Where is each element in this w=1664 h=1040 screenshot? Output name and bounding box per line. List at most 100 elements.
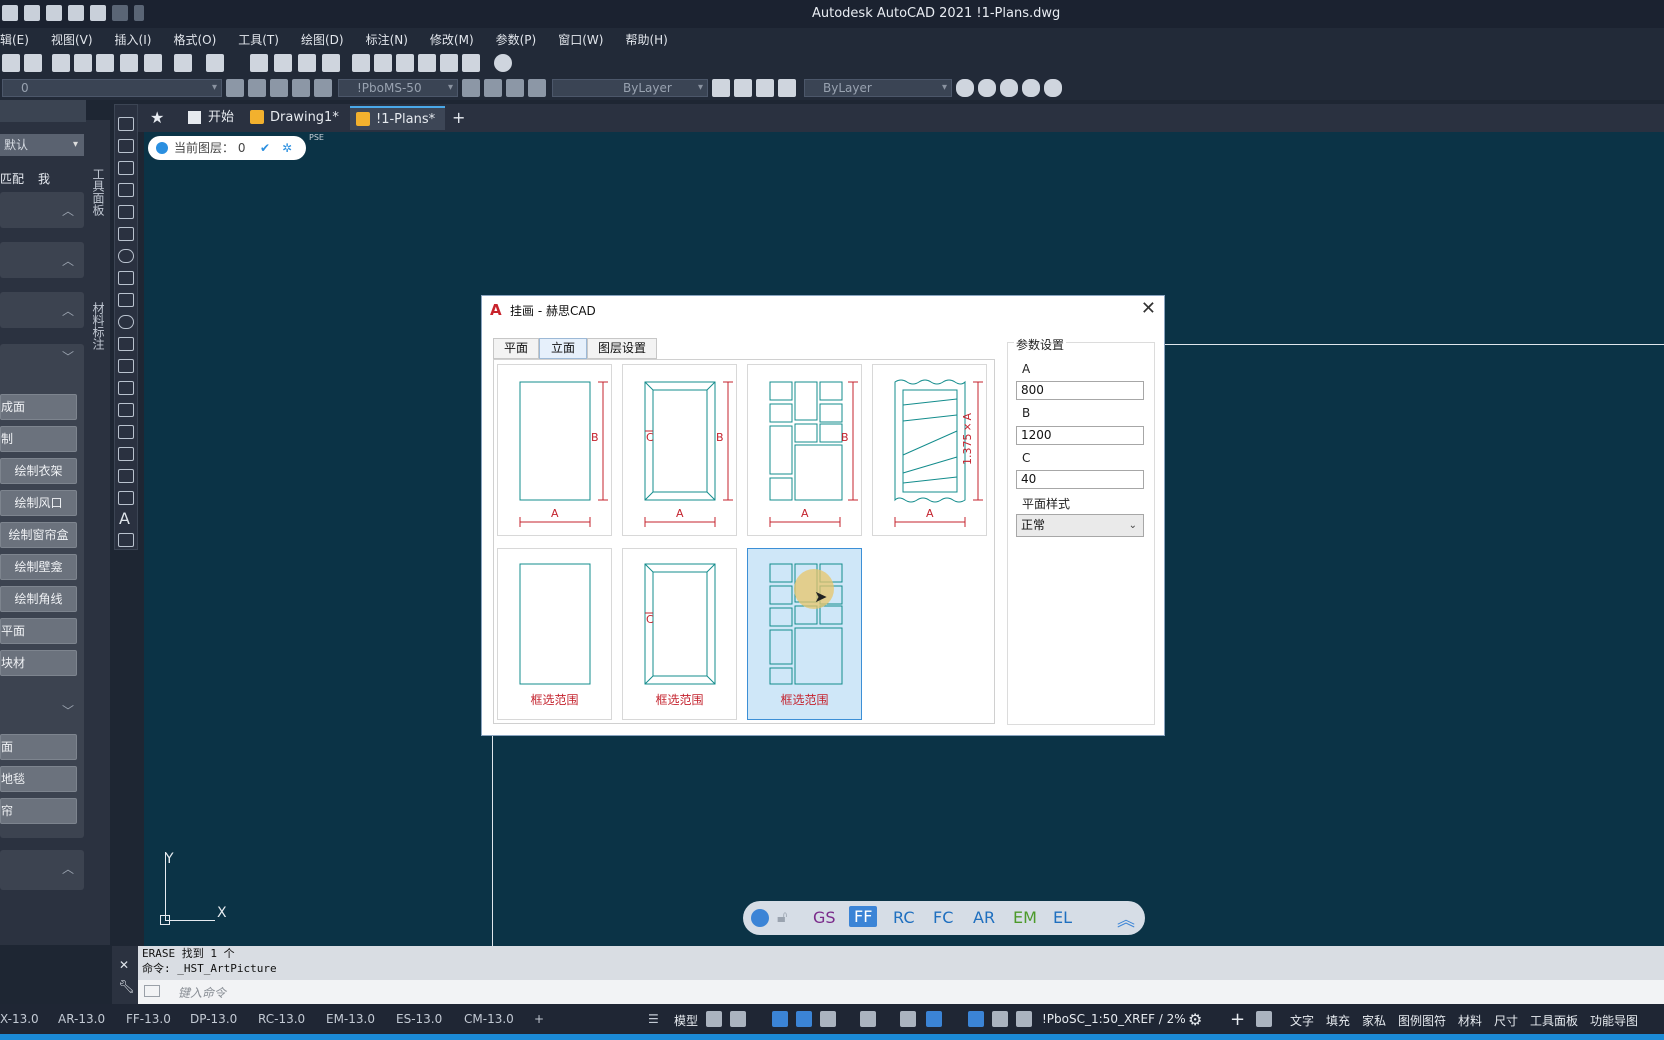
object-snap-tracking-icon[interactable] <box>900 1011 916 1027</box>
style-cell-grid[interactable]: B A <box>747 364 862 536</box>
palette-button-air-vent[interactable]: 绘制风口 <box>0 490 77 516</box>
undo-icon[interactable] <box>174 54 192 72</box>
checkmark-icon[interactable]: ✔ <box>260 136 270 160</box>
isolate-objects-icon[interactable] <box>1256 1011 1272 1027</box>
zoom-extents-icon[interactable] <box>778 79 796 97</box>
wrench-icon[interactable]: 🔧︎ <box>118 980 135 995</box>
snap-icon[interactable] <box>730 1011 746 1027</box>
palette-button-niche[interactable]: 绘制壁龛 <box>0 554 77 580</box>
auto-scale-icon[interactable] <box>992 1011 1008 1027</box>
annotation-scale-icon[interactable] <box>1016 1011 1032 1027</box>
layout-tab-ff[interactable]: FF-13.0 <box>126 1012 171 1026</box>
layout-tab-x[interactable]: X-13.0 <box>0 1012 39 1026</box>
side-tab-tool-panel[interactable]: 工具面板 <box>90 168 107 216</box>
tab-plan[interactable]: 平面 <box>493 338 539 359</box>
dim-angular-icon[interactable] <box>528 79 546 97</box>
palette-section-2[interactable]: ︿ <box>0 242 84 278</box>
filter-fc[interactable]: FC <box>933 908 953 927</box>
ellipse-arc-icon[interactable] <box>118 337 134 351</box>
zoom-window-icon[interactable] <box>298 54 316 72</box>
palette-button-corner-line[interactable]: 绘制角线 <box>0 586 77 612</box>
status-text-button[interactable]: 文字 <box>1290 1012 1314 1029</box>
menu-insert[interactable]: 插入(I) <box>115 31 152 48</box>
annotation-scale-value[interactable]: !PboSC_1:50_XREF / 2% <box>1042 1012 1186 1026</box>
layout-tab-ar[interactable]: AR-13.0 <box>58 1012 105 1026</box>
layer-lock-icon[interactable] <box>314 79 332 97</box>
properties-icon[interactable] <box>352 54 370 72</box>
menu-dimension[interactable]: 标注(N) <box>366 31 408 48</box>
style-cell-bevel[interactable]: C B A <box>622 364 737 536</box>
annotation-visibility-icon[interactable] <box>968 1011 984 1027</box>
status-dimension-button[interactable]: 尺寸 <box>1494 1012 1518 1029</box>
tab-elevation[interactable]: 立面 <box>539 338 587 359</box>
layout-tab-es[interactable]: ES-13.0 <box>396 1012 442 1026</box>
star-icon[interactable]: ★ <box>150 108 164 127</box>
table-icon[interactable] <box>118 491 134 505</box>
model-space-button[interactable]: 模型 <box>674 1012 698 1029</box>
menu-format[interactable]: 格式(O) <box>173 31 216 48</box>
circle-icon[interactable] <box>118 249 134 263</box>
color-combo[interactable]: ByLayer ▾ <box>804 79 952 97</box>
layout-tab-em[interactable]: EM-13.0 <box>326 1012 375 1026</box>
menu-draw[interactable]: 绘图(D) <box>301 31 344 48</box>
palette-button-plan[interactable]: 平面 <box>0 618 77 644</box>
rectangle-icon[interactable] <box>118 205 134 219</box>
tab-drawing1[interactable]: Drawing1* <box>244 106 339 130</box>
object-snap-icon[interactable] <box>926 1011 942 1027</box>
layer-isolate-icon[interactable] <box>270 79 288 97</box>
multiline-text-icon[interactable]: A <box>119 509 130 528</box>
status-material-button[interactable]: 材料 <box>1458 1012 1482 1029</box>
ortho-icon[interactable] <box>796 1011 812 1027</box>
save-icon[interactable] <box>46 5 62 21</box>
settings-blue-icon[interactable] <box>751 909 769 927</box>
palette-button-block[interactable]: 块材 <box>0 650 77 676</box>
palette-button-clothes-rack[interactable]: 绘制衣架 <box>0 458 77 484</box>
close-icon[interactable]: ✕ <box>1141 298 1156 319</box>
lock-icon[interactable]: 🔓︎ <box>777 907 787 927</box>
pan-icon[interactable] <box>712 79 730 97</box>
style-cell-ornate[interactable]: 1.375×A A <box>872 364 987 536</box>
match-properties-icon[interactable] <box>120 54 138 72</box>
revision-cloud-icon[interactable] <box>118 271 134 285</box>
tab-layer-settings[interactable]: 图层设置 <box>587 338 657 359</box>
paste-icon[interactable] <box>96 54 114 72</box>
style-cell-grid-window[interactable]: ➤ 框选范围 <box>747 548 862 720</box>
construction-line-icon[interactable] <box>118 139 134 153</box>
menu-modify[interactable]: 修改(M) <box>430 31 474 48</box>
zoom-realtime-icon[interactable] <box>274 54 292 72</box>
customize-dropdown-icon[interactable] <box>134 5 144 21</box>
tab-start[interactable]: 开始 <box>182 106 234 130</box>
calculator-icon[interactable] <box>462 54 480 72</box>
command-input[interactable]: 键入命令 <box>138 980 1664 1004</box>
close-icon[interactable]: ✕ <box>119 958 129 972</box>
style-cell-plain[interactable]: B A <box>497 364 612 536</box>
plot-icon[interactable] <box>68 5 84 21</box>
double-chevron-up-icon[interactable]: ︽ <box>1117 906 1135 932</box>
undo-icon[interactable] <box>90 5 106 21</box>
param-a-input[interactable]: 800 <box>1016 381 1144 400</box>
status-furniture-button[interactable]: 家私 <box>1362 1012 1386 1029</box>
status-hatch-button[interactable]: 填充 <box>1326 1012 1350 1029</box>
style-cell-plain-window[interactable]: 框选范围 <box>497 548 612 720</box>
palette-button-curtain-box[interactable]: 绘制窗帘盒 <box>0 522 77 548</box>
palette-button-2[interactable]: 制 <box>0 426 77 452</box>
layout-tab-dp[interactable]: DP-13.0 <box>190 1012 237 1026</box>
hatch-icon[interactable] <box>118 425 134 439</box>
side-tab-material-label[interactable]: 材料标注 <box>90 302 107 350</box>
filter-ar[interactable]: AR <box>973 908 995 927</box>
menu-edit[interactable]: 辑(E) <box>0 31 29 48</box>
sheet-set-icon[interactable] <box>418 54 436 72</box>
point-icon[interactable] <box>118 403 134 417</box>
dim-arc-icon[interactable] <box>506 79 524 97</box>
dimstyle-combo[interactable]: !PboMS-50 ▾ <box>338 79 458 97</box>
filter-rc[interactable]: RC <box>893 908 915 927</box>
filter-gs[interactable]: GS <box>813 908 836 927</box>
polar-tracking-icon[interactable] <box>820 1011 836 1027</box>
palette-button-carpet[interactable]: 地毯 <box>0 766 77 792</box>
gradient-icon[interactable] <box>118 447 134 461</box>
menu-view[interactable]: 视图(V) <box>51 31 93 48</box>
layer-off-icon[interactable] <box>292 79 310 97</box>
add-layout-icon[interactable]: + <box>534 1012 544 1026</box>
status-menu-icon[interactable]: ☰ <box>648 1012 659 1026</box>
make-block-icon[interactable] <box>118 381 134 395</box>
